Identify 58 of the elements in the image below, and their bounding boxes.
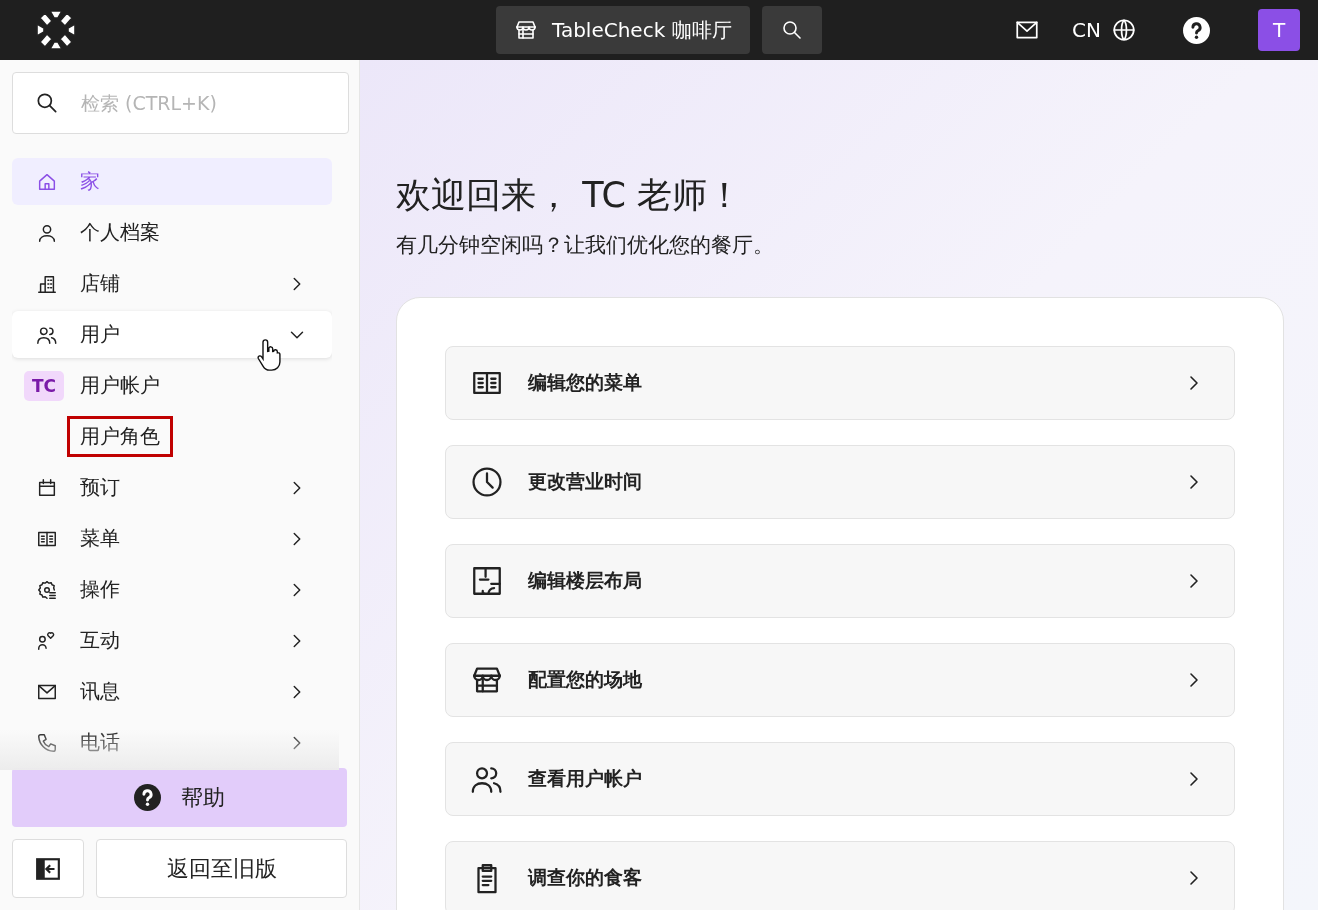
nav-label: 电话 [80, 729, 120, 756]
nav-subitem[interactable]: TC 用户帐户 [12, 362, 332, 409]
quick-action-button[interactable]: 更改营业时间 [445, 445, 1235, 519]
nav-item[interactable]: 操作 [12, 566, 332, 613]
nav-label: 操作 [80, 576, 120, 603]
help-icon [134, 784, 161, 811]
action-label: 更改营业时间 [528, 469, 642, 494]
nav-item[interactable]: 互动 [12, 617, 332, 664]
nav-item[interactable]: 预订 [12, 464, 332, 511]
nav-label: 家 [80, 168, 100, 195]
action-label: 查看用户帐户 [528, 766, 642, 791]
quick-action-button[interactable]: 配置您的场地 [445, 643, 1235, 717]
search-field[interactable]: 检索 (CTRL+K) [12, 72, 349, 134]
floor-plan-icon [470, 564, 504, 598]
nav-item[interactable]: 电话 [12, 719, 332, 764]
nav-label: 用户角色 [67, 416, 173, 457]
action-label: 配置您的场地 [528, 667, 642, 692]
help-button[interactable]: 帮助 [12, 768, 347, 827]
nav-subitem[interactable]: 用户角色 [12, 413, 332, 460]
nav-label: 个人档案 [80, 219, 160, 246]
legacy-version-button[interactable]: 返回至旧版 [96, 839, 347, 898]
venue-button[interactable]: TableCheck 咖啡厅 [496, 6, 750, 54]
welcome-subtitle: 有几分钟空闲吗？让我们优化您的餐厅。 [396, 232, 775, 259]
store-icon [514, 18, 538, 42]
action-label: 编辑您的菜单 [528, 370, 642, 395]
quick-action-button[interactable]: 编辑楼层布局 [445, 544, 1235, 618]
action-label: 编辑楼层布局 [528, 568, 642, 593]
nav-label: 菜单 [80, 525, 120, 552]
phone-icon [36, 731, 58, 754]
hand-cursor-icon [256, 337, 284, 373]
nav-label: 用户 [80, 321, 120, 348]
nav-item[interactable]: 菜单 [12, 515, 332, 562]
nav-item[interactable]: 家 [12, 158, 332, 205]
logo-icon[interactable] [36, 10, 76, 50]
collapse-sidebar-icon [35, 855, 61, 882]
nav-item[interactable]: 个人档案 [12, 209, 332, 256]
nav-label: 讯息 [80, 678, 120, 705]
nav-item[interactable]: 讯息 [12, 668, 332, 715]
quick-action-button[interactable]: 调查你的食客 [445, 841, 1235, 910]
quick-action-button[interactable]: 查看用户帐户 [445, 742, 1235, 816]
avatar[interactable]: T [1258, 9, 1300, 51]
help-icon[interactable] [1183, 16, 1210, 44]
search-button[interactable] [761, 6, 822, 54]
initials-badge: TC [24, 370, 64, 401]
nav-label: 用户帐户 [80, 372, 160, 399]
nav-label: 店铺 [80, 270, 120, 297]
nav-label: 互动 [80, 627, 120, 654]
language-button[interactable]: CN [1072, 17, 1137, 43]
action-label: 调查你的食客 [528, 865, 642, 890]
quick-action-button[interactable]: 编辑您的菜单 [445, 346, 1235, 420]
clock-icon [470, 465, 504, 499]
gear-icon [36, 578, 58, 601]
nav-label: 预订 [80, 474, 120, 501]
welcome-heading: 欢迎回来， TC 老师！ [396, 174, 744, 217]
collapse-sidebar-button[interactable] [12, 839, 84, 898]
calendar-icon [36, 476, 58, 499]
nav-item[interactable]: 店铺 [12, 260, 332, 307]
globe-icon [1111, 17, 1137, 43]
